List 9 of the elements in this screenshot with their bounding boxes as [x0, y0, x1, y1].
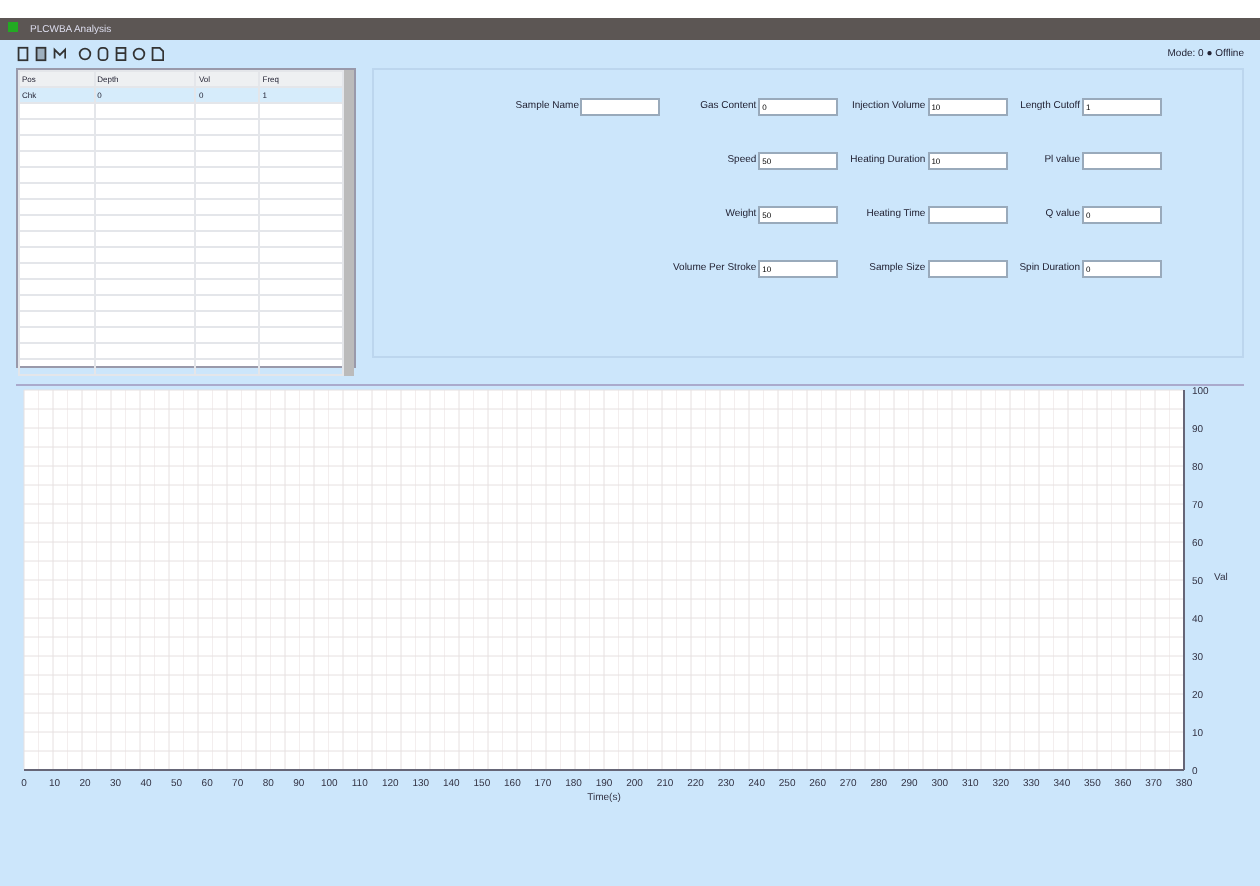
input-field[interactable] — [1082, 151, 1162, 169]
circle-icon[interactable] — [132, 46, 146, 62]
input-field[interactable] — [927, 205, 1008, 223]
app-icon — [8, 21, 22, 37]
grid-icon[interactable] — [114, 46, 128, 62]
circle-icon[interactable] — [78, 46, 92, 62]
input-field[interactable] — [580, 97, 661, 115]
input-field[interactable] — [927, 259, 1008, 277]
vertical-scrollbar[interactable] — [344, 70, 354, 376]
